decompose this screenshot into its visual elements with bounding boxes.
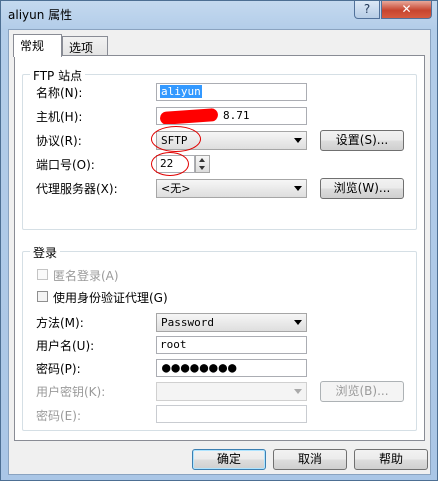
user-key-label: 用户密钥(K): [36, 385, 106, 399]
port-spinner[interactable] [195, 155, 210, 173]
host-label: 主机(H): [36, 110, 83, 124]
properties-dialog: aliyun 属性 ? ✕ 常规 选项 FTP 站点 名称(N): aliyun… [0, 0, 438, 481]
tab-options[interactable]: 选项 [62, 36, 108, 56]
anonymous-checkbox[interactable] [37, 269, 48, 280]
ftp-site-legend: FTP 站点 [30, 67, 86, 84]
protocol-label: 协议(R): [36, 134, 82, 148]
anonymous-label: 匿名登录(A) [53, 269, 119, 283]
proxy-value: <无> [161, 182, 191, 195]
chevron-down-icon [294, 186, 302, 191]
port-value: 22 [160, 157, 174, 170]
port-field[interactable]: 22 [156, 155, 195, 173]
passphrase-field[interactable] [156, 405, 307, 423]
ok-button[interactable]: 确定 [192, 449, 266, 470]
close-button[interactable]: ✕ [381, 1, 432, 19]
help-button[interactable]: 帮助 [354, 449, 428, 470]
login-group: 登录 匿名登录(A) 使用身份验证代理(G) 方法(M): Password 用… [22, 244, 417, 431]
settings-button[interactable]: 设置(S)... [320, 130, 404, 151]
name-value: aliyun [160, 85, 202, 98]
tab-panel-general: FTP 站点 名称(N): aliyun 主机(H): 8.71 协议(R): … [14, 55, 425, 441]
proxy-browse-button[interactable]: 浏览(W)... [320, 178, 404, 199]
method-label: 方法(M): [36, 316, 84, 330]
proxy-label: 代理服务器(X): [36, 182, 118, 196]
host-field[interactable]: 8.71 [156, 107, 307, 125]
chevron-down-icon [294, 138, 302, 143]
username-field[interactable]: root [156, 336, 307, 354]
chevron-down-icon [294, 389, 302, 394]
help-title-button[interactable]: ? [354, 1, 380, 19]
key-browse-button[interactable]: 浏览(B)... [320, 381, 404, 402]
protocol-value: SFTP [161, 134, 188, 147]
redaction-mark [159, 108, 219, 124]
name-label: 名称(N): [36, 86, 83, 100]
password-field[interactable]: ●●●●●●●● [156, 359, 307, 377]
port-label: 端口号(O): [36, 158, 95, 172]
auth-proxy-label: 使用身份验证代理(G) [53, 291, 168, 305]
tab-general[interactable]: 常规 [13, 34, 62, 57]
password-value: ●●●●●●●● [162, 360, 238, 376]
host-value: 8.71 [223, 109, 250, 122]
password-label: 密码(P): [36, 362, 81, 376]
dialog-client-area: 常规 选项 FTP 站点 名称(N): aliyun 主机(H): 8.71 协… [8, 29, 431, 475]
passphrase-label: 密码(E): [36, 409, 81, 423]
auth-proxy-checkbox[interactable] [37, 291, 48, 302]
name-field[interactable]: aliyun [156, 83, 307, 101]
username-label: 用户名(U): [36, 339, 95, 353]
proxy-select[interactable]: <无> [156, 179, 307, 198]
chevron-down-icon [294, 320, 302, 325]
ftp-site-group: FTP 站点 名称(N): aliyun 主机(H): 8.71 协议(R): … [22, 67, 417, 230]
method-value: Password [161, 316, 214, 329]
login-legend: 登录 [30, 244, 61, 261]
protocol-select[interactable]: SFTP [156, 131, 307, 150]
window-title: aliyun 属性 [8, 8, 73, 22]
username-value: root [160, 338, 187, 351]
cancel-button[interactable]: 取消 [273, 449, 347, 470]
title-bar[interactable]: aliyun 属性 ? ✕ [1, 1, 437, 29]
method-select[interactable]: Password [156, 313, 307, 332]
user-key-select[interactable] [156, 382, 307, 401]
